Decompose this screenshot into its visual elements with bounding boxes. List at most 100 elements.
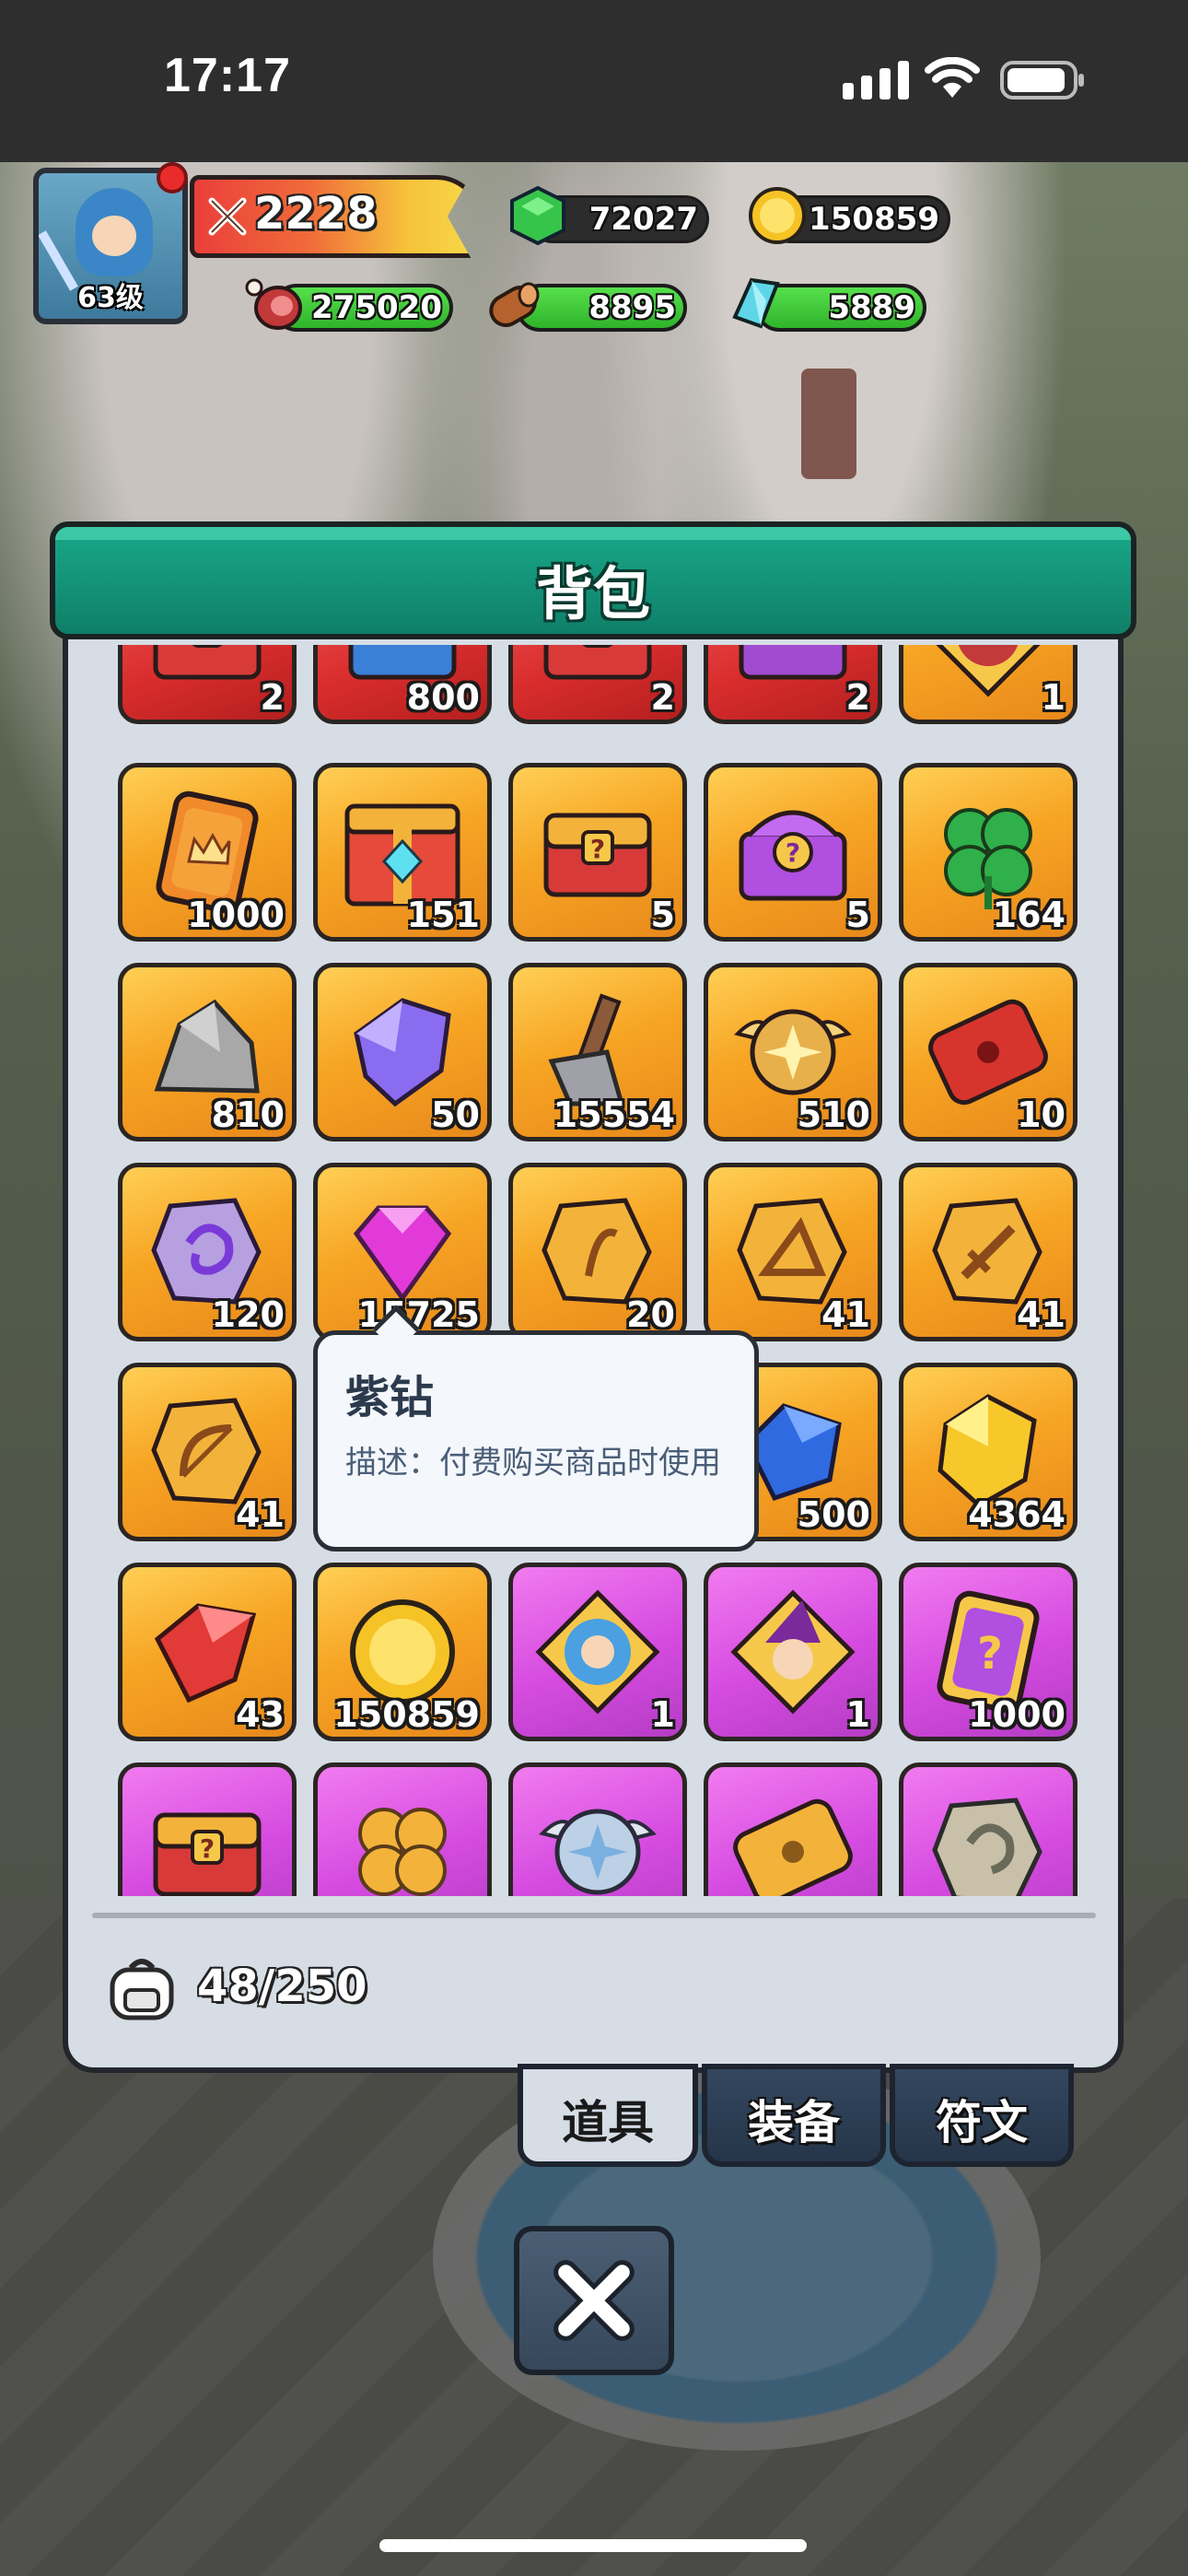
inventory-slot[interactable]: 150859 [313, 1563, 492, 1741]
inventory-slot[interactable]: 800 [313, 645, 492, 724]
header-highlight [55, 527, 1131, 540]
inventory-slot[interactable]: 1 [899, 645, 1077, 724]
item-count: 41 [1017, 1294, 1066, 1335]
item-count: 1 [1041, 677, 1066, 718]
inventory-slot[interactable]: 151 [313, 763, 492, 942]
item-count: 810 [211, 1095, 285, 1135]
battery-icon [1000, 61, 1084, 100]
tab-equipment-label: 装备 [748, 2096, 840, 2149]
wood-value: 8895 [588, 289, 676, 326]
home-indicator[interactable] [379, 2539, 807, 2552]
item-count: 5 [650, 895, 675, 935]
item-count: 164 [992, 895, 1066, 935]
item-count: 50 [431, 1095, 480, 1135]
svg-text:?: ? [200, 1833, 215, 1864]
chest-question-icon: ? [543, 645, 652, 680]
crystal-icon [732, 277, 780, 329]
meat-icon [245, 278, 302, 330]
inventory-slot[interactable]: 1 [704, 1563, 882, 1741]
tab-items[interactable]: 道具 [518, 2064, 698, 2167]
item-count: 2 [845, 677, 870, 718]
bag-capacity: 48/250 [197, 1961, 367, 2012]
item-count: 500 [797, 1494, 870, 1535]
inventory-slot[interactable]: 1000 [118, 763, 297, 942]
inventory-slot[interactable] [704, 1762, 882, 1896]
blue-hero-card-icon [535, 1589, 660, 1715]
tooltip-description: 描述：付费购买商品时使用 [345, 1445, 721, 1481]
item-count: 20 [626, 1294, 675, 1335]
inventory-slot[interactable] [899, 1762, 1077, 1896]
tooltip-title: 紫钻 [345, 1372, 435, 1423]
status-bar: 17:17 [0, 0, 1188, 162]
inventory-slot[interactable]: ? [118, 1762, 297, 1896]
svg-text:?: ? [590, 834, 605, 864]
inventory-slot[interactable] [508, 1762, 687, 1896]
item-count: 5 [845, 895, 870, 935]
svg-text:?: ? [977, 1628, 1003, 1680]
chest-purple-question-icon: ? [739, 810, 847, 901]
inventory-slot[interactable]: ? 5 [508, 763, 687, 942]
item-count: 4364 [968, 1494, 1066, 1535]
crystal-value: 5889 [828, 289, 915, 326]
gold-coin-icon [749, 187, 806, 244]
item-count: 1000 [968, 1694, 1066, 1735]
gold-value: 150859 [809, 201, 939, 238]
inventory-slot[interactable]: 41 [899, 1163, 1077, 1341]
item-count: 41 [236, 1494, 285, 1535]
tab-runes[interactable]: 符文 [890, 2064, 1074, 2167]
item-count: 150859 [333, 1694, 480, 1735]
inventory-slot[interactable]: 120 [118, 1163, 297, 1341]
chest-question-icon: ? [153, 1812, 262, 1896]
inventory-slot[interactable]: 2 [704, 645, 882, 724]
item-count: 41 [821, 1294, 870, 1335]
inventory-slot[interactable]: ? 5 [704, 763, 882, 942]
witch-hero-card-icon [730, 1589, 856, 1715]
item-count: 43 [236, 1694, 285, 1735]
avatar-face [92, 216, 136, 256]
item-count: 120 [211, 1294, 285, 1335]
chest-question-icon: ? [153, 645, 262, 680]
crossed-swords-icon [208, 197, 247, 236]
emerald-value: 72027 [588, 201, 698, 238]
inventory-slot[interactable]: 4364 [899, 1363, 1077, 1541]
item-count: 10 [1017, 1095, 1066, 1135]
gold-clover-icon [358, 1808, 447, 1896]
combat-power-value: 2228 [254, 188, 378, 240]
inventory-slot[interactable] [313, 1762, 492, 1896]
tree-trunk [801, 369, 856, 479]
item-count: 510 [797, 1095, 870, 1135]
item-count: 800 [406, 677, 480, 718]
inventory-slot[interactable]: ?2 [118, 645, 297, 724]
item-count: 1 [650, 1694, 675, 1735]
inventory-slot[interactable]: 164 [899, 763, 1077, 942]
svg-text:?: ? [786, 837, 800, 868]
inventory-slot[interactable]: 510 [704, 963, 882, 1142]
wood-log-icon [489, 282, 540, 327]
inventory-slot[interactable]: ? 1000 [899, 1563, 1077, 1741]
inventory-slot[interactable]: 50 [313, 963, 492, 1142]
close-button[interactable] [514, 2226, 674, 2375]
item-count: 2 [260, 677, 285, 718]
item-count: 1 [845, 1694, 870, 1735]
inventory-slot[interactable]: 20 [508, 1163, 687, 1341]
meat-value: 275020 [311, 289, 442, 326]
emerald-icon [510, 185, 565, 246]
inventory-slot[interactable]: 41 [704, 1163, 882, 1341]
inventory-slot[interactable]: ?2 [508, 645, 687, 724]
inventory-slot[interactable]: 10 [899, 963, 1077, 1142]
tab-runes-label: 符文 [936, 2096, 1028, 2149]
wifi-icon [925, 57, 980, 98]
inventory-slot[interactable]: 810 [118, 963, 297, 1142]
inventory-slot[interactable]: 15554 [508, 963, 687, 1142]
inventory-slot[interactable]: 43 [118, 1563, 297, 1741]
status-time: 17:17 [164, 49, 291, 102]
bag-icon [110, 1959, 174, 2020]
player-level: 63级 [77, 282, 144, 314]
tab-equipment[interactable]: 装备 [702, 2064, 886, 2167]
svg-text:?: ? [200, 645, 215, 647]
inventory-slot[interactable]: 41 [118, 1363, 297, 1541]
gold-ticket-icon [733, 1798, 853, 1896]
item-grid: ?2800?2211000151?5?516481050155545101012… [109, 645, 1085, 1896]
inventory-slot[interactable]: 1 [508, 1563, 687, 1741]
notification-dot [157, 162, 188, 193]
